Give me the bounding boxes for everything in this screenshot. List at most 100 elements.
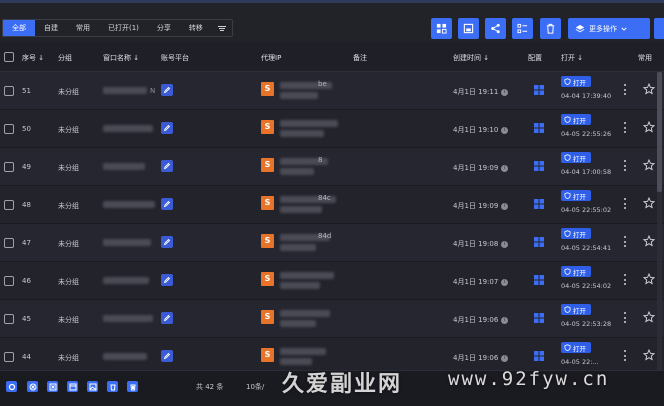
scrollbar-thumb[interactable] (657, 72, 662, 192)
tab-transfer[interactable]: 转移 (180, 20, 212, 36)
last-open-time: 04-05 22:53:28 (561, 320, 612, 328)
footer-settings-button[interactable] (6, 381, 17, 392)
star-icon[interactable] (643, 349, 655, 361)
proxy-type-badge: S (261, 196, 274, 210)
watermark-url: www.92fyw.cn (448, 368, 610, 390)
row-checkbox[interactable] (4, 238, 14, 248)
open-window-button[interactable]: 打开 (561, 190, 591, 201)
edit-platform-button[interactable] (161, 160, 173, 172)
share-button[interactable] (485, 18, 506, 39)
proxy-ip-hint: 84c (318, 194, 331, 202)
edit-platform-button[interactable] (161, 274, 173, 286)
page-size-select[interactable]: 10条/ (246, 382, 264, 392)
footer-image-button[interactable] (87, 381, 98, 392)
select-all-checkbox[interactable] (4, 52, 14, 62)
list-button[interactable] (512, 18, 533, 39)
proxy-ip-redacted (280, 348, 326, 355)
star-icon[interactable] (643, 159, 655, 171)
row-seq: 47 (22, 239, 31, 247)
table-row[interactable]: 51 未分组 N Sbe 4月1日 19:11 i 打开 04-04 17:39:40 (0, 72, 664, 110)
row-menu-icon[interactable] (623, 198, 626, 209)
row-menu-icon[interactable] (623, 274, 626, 285)
col-name[interactable]: 窗口名称 ↓ (103, 53, 139, 63)
open-window-button[interactable]: 打开 (561, 266, 591, 277)
row-group: 未分组 (58, 164, 79, 172)
windows-icon (534, 199, 544, 209)
last-open-time: 04-05 22:55:02 (561, 206, 612, 214)
row-created-time: 4月1日 19:11 i (453, 87, 509, 97)
star-icon[interactable] (643, 311, 655, 323)
copy-button[interactable] (458, 18, 479, 39)
star-icon[interactable] (643, 83, 655, 95)
edit-platform-button[interactable] (161, 312, 173, 324)
row-menu-icon[interactable] (623, 160, 626, 171)
row-checkbox[interactable] (4, 200, 14, 210)
open-window-button[interactable]: 打开 (561, 76, 591, 87)
pencil-icon (163, 162, 171, 170)
table-row[interactable]: 48 未分组 S 84c 4月1日 19:09 i 打开 04-05 22:55:02 (0, 186, 664, 224)
footer-open-button[interactable] (67, 381, 78, 392)
open-window-button[interactable]: 打开 (561, 342, 591, 353)
open-window-button[interactable]: 打开 (561, 152, 591, 163)
proxy-location-redacted (280, 92, 318, 99)
table-row[interactable]: 46 未分组 S 4月1日 19:07 i 打开 04-05 22:54:02 (0, 262, 664, 300)
edit-platform-button[interactable] (161, 122, 173, 134)
open-window-button[interactable]: 打开 (561, 228, 591, 239)
edit-platform-button[interactable] (161, 350, 173, 362)
star-icon[interactable] (643, 121, 655, 133)
col-created[interactable]: 创建时间 ↓ (453, 53, 489, 63)
row-checkbox[interactable] (4, 124, 14, 134)
last-open-time: 04-05 22:54:41 (561, 244, 612, 252)
close-square-icon (49, 383, 56, 390)
row-checkbox[interactable] (4, 314, 14, 324)
tab-shared[interactable]: 分享 (148, 20, 180, 36)
tab-opened[interactable]: 已打开(1) (99, 20, 148, 36)
table-row[interactable]: 47 未分组 S 84d 4月1日 19:08 i 打开 04-05 22:54:41 (0, 224, 664, 262)
more-actions-button[interactable]: 更多操作 (568, 18, 650, 39)
tab-common[interactable]: 常用 (67, 20, 99, 36)
star-icon[interactable] (643, 197, 655, 209)
delete-button[interactable] (540, 18, 561, 39)
table-row[interactable]: 50 未分组 S 4月1日 19:10 i 打开 04-05 22:55:26 (0, 110, 664, 148)
row-seq: 51 (22, 87, 31, 95)
row-checkbox[interactable] (4, 86, 14, 96)
pencil-icon (163, 276, 171, 284)
footer-close-button[interactable] (27, 381, 38, 392)
table-row[interactable]: 45 未分组 S 4月1日 19:06 i 打开 04-05 22:53:28 (0, 300, 664, 338)
row-menu-icon[interactable] (623, 122, 626, 133)
chevron-down-icon (621, 27, 627, 31)
footer-trash-button[interactable] (127, 381, 138, 392)
tab-all[interactable]: 全部 (3, 20, 35, 36)
edit-platform-button[interactable] (161, 236, 173, 248)
row-menu-icon[interactable] (623, 84, 626, 95)
last-open-time: 04-04 17:00:58 (561, 168, 612, 176)
add-window-button[interactable] (431, 18, 452, 39)
col-seq[interactable]: 序号 ↓ (22, 53, 44, 63)
row-checkbox[interactable] (4, 352, 14, 362)
row-menu-icon[interactable] (623, 312, 626, 323)
row-group: 未分组 (58, 354, 79, 362)
tab-self-built[interactable]: 自建 (35, 20, 67, 36)
edit-platform-button[interactable] (161, 84, 173, 96)
row-menu-icon[interactable] (623, 350, 626, 361)
star-icon[interactable] (643, 235, 655, 247)
toolbar-edge-button[interactable] (654, 18, 664, 39)
star-icon[interactable] (643, 273, 655, 285)
open-window-button[interactable]: 打开 (561, 114, 591, 125)
shield-icon (564, 344, 571, 351)
table-row[interactable]: 49 未分组 S 8 4月1日 19:09 i 打开 04-04 17:00:58 (0, 148, 664, 186)
window-icon (69, 383, 76, 390)
proxy-ip-hint: be (318, 80, 327, 88)
footer-batch-close-button[interactable] (47, 381, 58, 392)
open-window-button[interactable]: 打开 (561, 304, 591, 315)
info-icon: i (501, 126, 509, 134)
proxy-location-redacted (280, 358, 312, 365)
gear-icon (8, 383, 15, 390)
row-checkbox[interactable] (4, 162, 14, 172)
footer-delete-button[interactable] (107, 381, 118, 392)
row-menu-icon[interactable] (623, 236, 626, 247)
sort-icon[interactable] (212, 20, 232, 36)
row-checkbox[interactable] (4, 276, 14, 286)
edit-platform-button[interactable] (161, 198, 173, 210)
col-open[interactable]: 打开 ↓ (561, 53, 583, 63)
